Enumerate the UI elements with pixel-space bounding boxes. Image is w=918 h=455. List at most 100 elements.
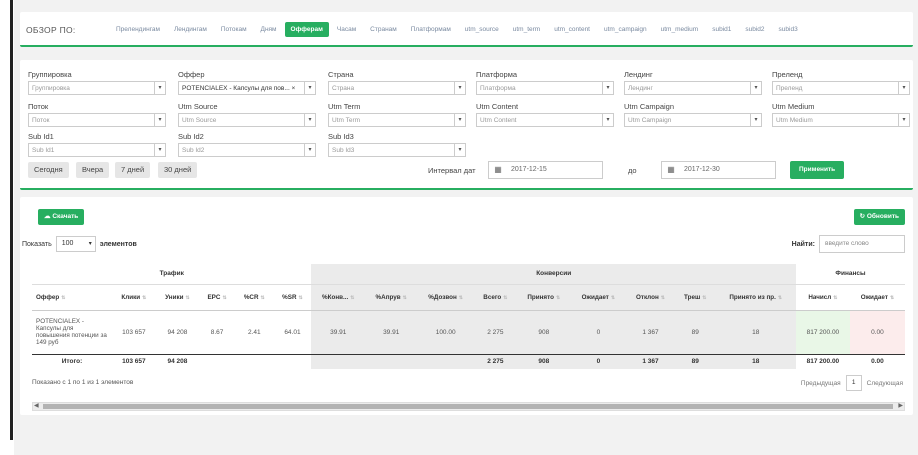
column-header-4[interactable]: EPC ⇅ <box>199 284 236 311</box>
tab-9[interactable]: utm_source <box>459 22 505 37</box>
tab-15[interactable]: subid2 <box>739 22 770 37</box>
page-button-1[interactable]: 1 <box>845 375 862 391</box>
page-length-value: 100 <box>61 240 74 247</box>
sort-icon: ⇅ <box>458 294 463 301</box>
search-input[interactable]: введите слово <box>819 235 905 253</box>
column-header-14[interactable]: Треш ⇅ <box>675 284 716 311</box>
tab-4[interactable]: Дням <box>255 22 283 37</box>
column-header-6[interactable]: %SR ⇅ <box>273 284 312 311</box>
filter-utm_medium-select[interactable]: Utm Medium ▾ <box>772 113 910 127</box>
next-page-button[interactable]: Следующая <box>867 380 903 387</box>
scroll-right-icon[interactable]: ▶ <box>898 402 903 409</box>
yesterday-button[interactable]: Вчера <box>76 162 110 178</box>
column-header-label: Оффер <box>36 293 60 301</box>
filter-offer-select[interactable]: POTENCIALEX - Капсулы для пов... × ▾ <box>178 81 316 95</box>
column-header-1[interactable]: Оффер ⇅ <box>32 284 112 311</box>
filter-utm_campaign-value: Utm Campaign <box>628 117 672 124</box>
left-border <box>0 0 14 455</box>
tab-16[interactable]: subid3 <box>773 22 804 37</box>
30-days-button[interactable]: 30 дней <box>158 162 198 178</box>
horizontal-scrollbar[interactable]: ◀ ▶ <box>32 402 905 411</box>
7-days-button[interactable]: 7 дней <box>115 162 151 178</box>
date-from-input[interactable]: ▦ 2017-12-15 <box>488 161 603 179</box>
column-header-7[interactable]: %Конв... ⇅ <box>311 284 366 311</box>
scroll-left-icon[interactable]: ◀ <box>34 402 39 409</box>
filter-utm_term: Utm Term Utm Term ▾ <box>328 102 466 127</box>
sort-icon: ⇅ <box>503 294 508 301</box>
total-cell-5 <box>235 354 274 369</box>
column-header-15[interactable]: Принято из пр. ⇅ <box>715 284 796 311</box>
chevron-down-icon: ▾ <box>454 144 465 156</box>
download-button[interactable]: ☁ Скачать <box>38 209 85 225</box>
tab-12[interactable]: utm_campaign <box>598 22 653 37</box>
column-header-10[interactable]: Всего ⇅ <box>474 284 517 311</box>
column-header-13[interactable]: Отклон ⇅ <box>625 284 676 311</box>
tab-1[interactable]: Прелендингам <box>110 22 166 37</box>
tab-6[interactable]: Часам <box>331 22 362 37</box>
column-header-11[interactable]: Принято ⇅ <box>516 284 571 311</box>
search-control: Найти: введите слово <box>792 235 905 253</box>
column-header-2[interactable]: Клики ⇅ <box>112 284 156 311</box>
total-row: Итого: 103 657 94 208 2 275 908 0 1 367 89 18 817… <box>32 354 905 369</box>
date-interval-label: Интервал дат <box>428 166 476 175</box>
column-header-12[interactable]: Ожидает ⇅ <box>570 284 626 311</box>
total-cell-1: Итого: <box>32 354 112 369</box>
tab-13[interactable]: utm_medium <box>655 22 705 37</box>
column-header-8[interactable]: %Апрув ⇅ <box>365 284 418 311</box>
filter-platform: Платформа Платформа ▾ <box>476 70 614 95</box>
total-cell-14: 89 <box>675 354 716 369</box>
refresh-button[interactable]: ↻ Обновить <box>853 209 905 225</box>
filter-subid3-label: Sub Id3 <box>328 132 354 141</box>
today-button[interactable]: Сегодня <box>28 162 69 178</box>
filter-prelanding-label: Преленд <box>772 70 803 79</box>
tab-3[interactable]: Потокам <box>215 22 253 37</box>
filter-subid2-select[interactable]: Sub Id2 ▾ <box>178 143 316 157</box>
column-header-16[interactable]: Начисл ⇅ <box>796 284 850 311</box>
filter-utm_source-select[interactable]: Utm Source ▾ <box>178 113 316 127</box>
filter-utm_campaign-select[interactable]: Utm Campaign ▾ <box>624 113 762 127</box>
filter-stream-select[interactable]: Поток ▾ <box>28 113 166 127</box>
column-header-label: EPC <box>207 293 221 301</box>
total-cell-12: 0 <box>570 354 626 369</box>
filter-platform-select[interactable]: Платформа ▾ <box>476 81 614 95</box>
apply-button[interactable]: Применить <box>790 161 845 179</box>
column-header-5[interactable]: %CR ⇅ <box>235 284 274 311</box>
table-cell-1: POTENCIALEX - Капсулы для повышения поте… <box>32 310 112 355</box>
filter-utm_content-value: Utm Content <box>480 117 517 124</box>
tab-14[interactable]: subid1 <box>706 22 737 37</box>
column-header-9[interactable]: %Дозвон ⇅ <box>417 284 475 311</box>
filter-utm_content-select[interactable]: Utm Content ▾ <box>476 113 614 127</box>
tab-2[interactable]: Лендингам <box>168 22 213 37</box>
tab-7[interactable]: Странам <box>364 22 403 37</box>
tab-8[interactable]: Платформам <box>405 22 457 37</box>
column-header-17[interactable]: Ожидает ⇅ <box>849 284 905 311</box>
sort-icon: ⇅ <box>185 294 190 301</box>
column-header-label: Начисл <box>808 293 832 301</box>
filter-landing-select[interactable]: Лендинг ▾ <box>624 81 762 95</box>
column-header-label: %CR <box>243 293 259 301</box>
column-header-3[interactable]: Уники ⇅ <box>155 284 200 311</box>
column-header-label: Клики <box>121 293 141 301</box>
date-to-input[interactable]: ▦ 2017-12-30 <box>661 161 776 179</box>
filter-prelanding-select[interactable]: Преленд ▾ <box>772 81 910 95</box>
sort-icon: ⇅ <box>142 294 147 301</box>
filter-subid3-select[interactable]: Sub Id3 ▾ <box>328 143 466 157</box>
chevron-down-icon: ▾ <box>154 144 165 156</box>
prev-page-button[interactable]: Предыдущая <box>801 380 841 387</box>
page-length-select[interactable]: 100 ▾ <box>55 236 96 252</box>
filter-country-select[interactable]: Страна ▾ <box>328 81 466 95</box>
column-header-label: Ожидает <box>581 293 609 301</box>
filter-grouping-label: Группировка <box>28 70 72 79</box>
tab-5[interactable]: Офферам <box>284 22 329 37</box>
filter-grouping-select[interactable]: Группировка ▾ <box>28 81 166 95</box>
filter-subid3-value: Sub Id3 <box>332 147 355 154</box>
stats-table-panel: ☁ Скачать ↻ Обновить Показать 100 ▾ элеме… <box>20 197 913 415</box>
scrollbar-thumb[interactable] <box>43 404 893 409</box>
tab-11[interactable]: utm_content <box>548 22 596 37</box>
table-cell-4: 8.67 <box>199 310 236 355</box>
filter-stream-value: Поток <box>32 117 50 124</box>
tab-10[interactable]: utm_term <box>507 22 546 37</box>
filter-subid1-select[interactable]: Sub Id1 ▾ <box>28 143 166 157</box>
filter-subid1-value: Sub Id1 <box>32 147 55 154</box>
filter-utm_term-select[interactable]: Utm Term ▾ <box>328 113 466 127</box>
